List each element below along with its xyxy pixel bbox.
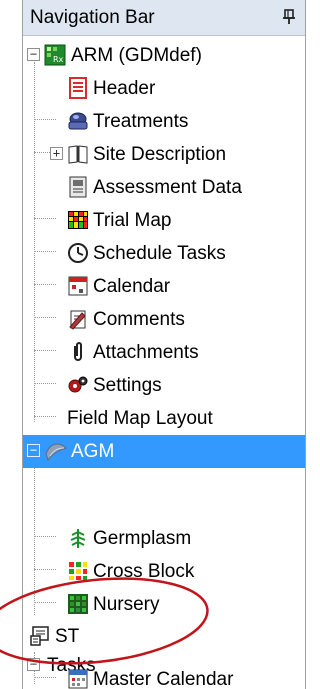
tree-node-settings[interactable]: Settings [23, 369, 305, 402]
pin-icon [283, 9, 295, 24]
navigation-bar-header: Navigation Bar [23, 0, 305, 36]
collapse-agm-toggle[interactable]: − [27, 444, 40, 457]
tree-node-master-calendar[interactable]: Master Calendar [23, 663, 305, 689]
tree-node-label: AGM [71, 441, 115, 462]
pin-button[interactable] [279, 6, 299, 28]
tree-node-trial-map[interactable]: Trial Map [23, 204, 305, 237]
tree-node-label: Calendar [93, 276, 171, 297]
tree-node-label: ST [55, 626, 80, 647]
tree-node-label: Assessment Data [93, 177, 242, 198]
tree-node-label: Schedule Tasks [93, 243, 226, 264]
expand-site-description-toggle[interactable]: + [50, 147, 63, 160]
calendar-icon [68, 276, 88, 296]
tree-node-calendar[interactable]: Calendar [23, 270, 305, 303]
tree-node-label: Treatments [93, 111, 189, 132]
tree-node-nursery[interactable]: Nursery [23, 588, 305, 621]
navigation-bar-panel: Navigation Bar − Rx ARM (GDMdef) Header … [22, 0, 306, 689]
master-calendar-icon [68, 669, 88, 689]
settings-icon [68, 376, 88, 393]
tree-node-label: ARM (GDMdef) [71, 45, 202, 66]
agm-icon [45, 443, 67, 462]
collapse-arm-toggle[interactable]: − [27, 48, 40, 61]
tree-node-label: Cross Block [93, 561, 195, 582]
treatments-icon [68, 112, 88, 130]
tree-node-comments[interactable]: Comments [23, 303, 305, 336]
tree-node-label: Settings [93, 375, 162, 396]
cross-block-icon [69, 562, 87, 580]
tree-node-attachments[interactable]: Attachments [23, 336, 305, 369]
tree-node-site-description[interactable]: + Site Description [23, 138, 305, 171]
header-icon [69, 77, 87, 99]
arm-icon: Rx [44, 44, 66, 66]
navigation-bar-title: Navigation Bar [30, 7, 155, 28]
tree-node-label: Field Map Layout [67, 408, 213, 429]
tree-node-label: Master Calendar [93, 669, 234, 689]
st-icon [30, 626, 49, 646]
tree-node-treatments[interactable]: Treatments [23, 105, 305, 138]
trial-map-icon [68, 211, 88, 229]
tree-node-label: Trial Map [93, 210, 172, 231]
tree-node-germplasm[interactable]: Germplasm [23, 522, 305, 555]
tree-node-arm[interactable]: − Rx ARM (GDMdef) [23, 39, 305, 72]
tree-node-label: Nursery [93, 594, 160, 615]
paperclip-icon [74, 342, 82, 361]
book-icon [68, 145, 88, 164]
clock-icon [68, 243, 88, 263]
tree-node-label: Germplasm [93, 528, 192, 549]
svg-text:Rx: Rx [53, 55, 64, 64]
tree-node-label: Attachments [93, 342, 199, 363]
tree-node-label: Site Description [93, 144, 227, 165]
tree-node-cross-block[interactable]: Cross Block [23, 555, 305, 588]
germplasm-icon [70, 529, 86, 548]
nursery-icon [68, 594, 88, 614]
tree-node-agm[interactable]: − AGM [23, 435, 305, 468]
comments-icon [69, 310, 86, 330]
tree-node-assessment-data[interactable]: Assessment Data [23, 171, 305, 204]
assessment-data-icon [69, 176, 87, 198]
tree-node-schedule-tasks[interactable]: Schedule Tasks [23, 237, 305, 270]
tree-node-header[interactable]: Header [23, 72, 305, 105]
tree-node-label: Comments [93, 309, 185, 330]
navigation-tree: − Rx ARM (GDMdef) Header Treatments + Si… [23, 36, 305, 689]
tree-node-label: Header [93, 78, 156, 99]
tree-node-field-map-layout[interactable]: Field Map Layout [23, 402, 305, 435]
